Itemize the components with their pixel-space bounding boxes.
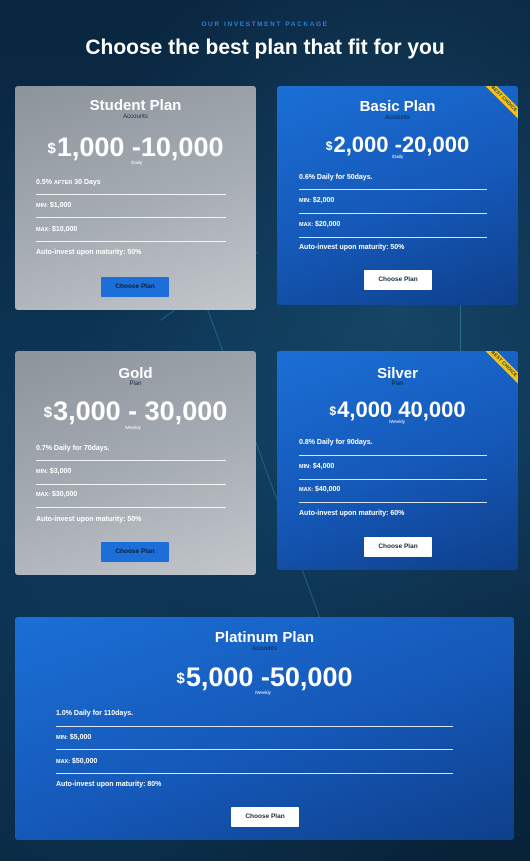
feature-max: MAX: $50,000 (56, 758, 98, 765)
plan-subtitle: Accounts (252, 646, 277, 652)
plan-title: Basic Plan (359, 98, 436, 115)
plan-price: $1,000 -10,000 (15, 132, 256, 163)
currency-symbol: $ (43, 404, 53, 421)
divider (36, 484, 226, 485)
divider (299, 479, 487, 480)
price-range: 5,000 -50,000 (185, 662, 353, 692)
feature-min: MIN: $4,000 (299, 463, 335, 470)
divider (299, 189, 487, 190)
feature-min: MIN: $3,000 (36, 468, 72, 475)
section-eyebrow: OUR INVESTMENT PACKAGE (201, 21, 329, 28)
feature-rate: 0.7% Daily for 70days. (36, 445, 110, 452)
divider (299, 237, 487, 238)
plan-price: $5,000 -50,000 (15, 662, 514, 693)
divider (36, 241, 226, 242)
page-title: Choose the best plan that fit for you (85, 36, 445, 59)
plan-subtitle: Plan (391, 381, 404, 387)
feature-rate: 0.8% Daily for 90days. (299, 439, 373, 446)
plan-card-student: Student Plan Accounts $1,000 -10,000 /Da… (15, 86, 256, 310)
price-period: /Weekly (389, 419, 405, 424)
choose-plan-button[interactable]: Choose Plan (231, 807, 299, 827)
feature-auto-invest: Auto-invest upon maturity: 60% (299, 510, 405, 517)
price-range: 3,000 - 30,000 (53, 396, 228, 426)
feature-rate: 0.5% AFTER 30 Days (36, 179, 101, 186)
choose-plan-button[interactable]: Choose Plan (101, 277, 169, 297)
divider (299, 502, 487, 503)
feature-min: MIN: $5,000 (56, 734, 92, 741)
plan-subtitle: Accounts (385, 115, 410, 121)
feature-max: MAX: $40,000 (299, 486, 341, 493)
plan-card-platinum: Platinum Plan Accounts $5,000 -50,000 /W… (15, 617, 514, 840)
price-period: /Weekly (125, 425, 141, 430)
plan-price: $3,000 - 30,000 (15, 396, 256, 427)
feature-auto-invest: Auto-invest upon maturity: 80% (56, 781, 162, 788)
plan-title: Silver (377, 365, 418, 382)
plan-title: Student Plan (89, 97, 182, 114)
choose-plan-button[interactable]: Choose Plan (364, 537, 432, 557)
price-range: 1,000 -10,000 (56, 132, 224, 162)
feature-max: MAX: $20,000 (299, 221, 341, 228)
plan-subtitle: Plan (129, 381, 142, 387)
plan-card-gold: Gold Plan $3,000 - 30,000 /Weekly 0.7% D… (15, 351, 256, 575)
divider (56, 773, 453, 774)
divider (299, 213, 487, 214)
divider (56, 749, 453, 750)
price-period: /Daily (131, 160, 143, 165)
divider (36, 507, 226, 508)
choose-plan-button[interactable]: Choose Plan (364, 270, 432, 290)
divider (36, 194, 226, 195)
feature-min: MIN: $2,000 (299, 197, 335, 204)
feature-max: MAX: $10,000 (36, 226, 78, 233)
divider (299, 455, 487, 456)
currency-symbol: $ (325, 139, 333, 153)
plan-subtitle: Accounts (123, 114, 148, 120)
choose-plan-button[interactable]: Choose Plan (101, 542, 169, 562)
price-period: /Daily (392, 154, 404, 159)
plan-title: Gold (118, 365, 153, 382)
currency-symbol: $ (329, 404, 337, 418)
feature-auto-invest: Auto-invest upon maturity: 50% (299, 244, 405, 251)
feature-max: MAX: $30,000 (36, 491, 78, 498)
plan-card-basic: BEST CHOICE Basic Plan Accounts $2,000 -… (277, 86, 518, 305)
currency-symbol: $ (47, 140, 56, 157)
divider (36, 217, 226, 218)
divider (36, 460, 226, 461)
feature-min: MIN: $1,000 (36, 202, 72, 209)
divider (56, 726, 453, 727)
feature-auto-invest: Auto-invest upon maturity: 50% (36, 249, 142, 256)
plan-card-silver: BEST CHOICE Silver Plan $4,000 40,000 /W… (277, 351, 518, 570)
currency-symbol: $ (176, 670, 185, 687)
price-period: /Weekly (255, 690, 271, 695)
feature-auto-invest: Auto-invest upon maturity: 50% (36, 516, 142, 523)
feature-rate: 0.6% Daily for 50days. (299, 174, 373, 181)
feature-rate: 1.0% Daily for 110days. (56, 710, 134, 717)
plan-title: Platinum Plan (214, 629, 315, 646)
